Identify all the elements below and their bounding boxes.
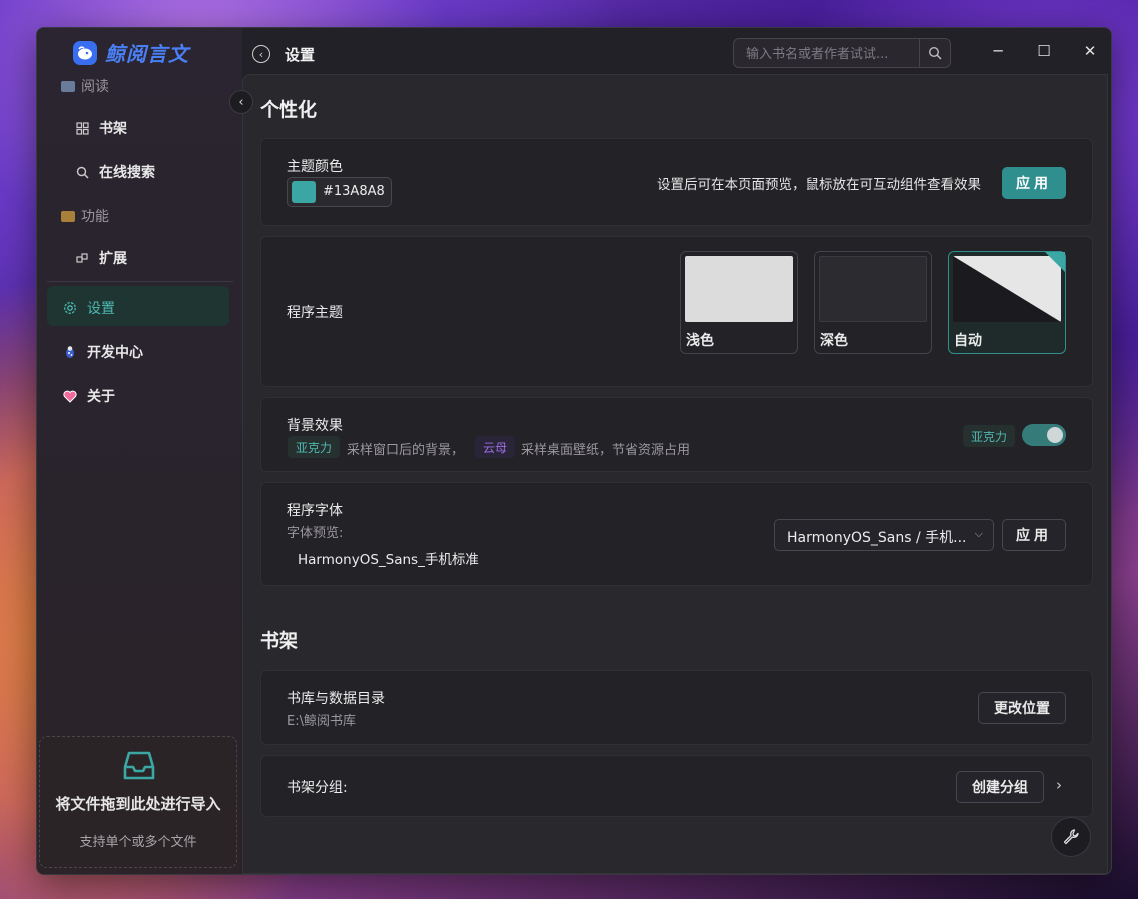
bookshelf-groups-card[interactable]: 书架分组: 创建分组 ›	[260, 755, 1093, 817]
apply-color-button[interactable]: 应用	[1002, 167, 1066, 199]
theme-option-auto[interactable]: 自动	[948, 251, 1066, 354]
search-box	[733, 38, 951, 68]
search-button[interactable]	[919, 39, 950, 67]
extension-icon	[75, 251, 89, 265]
bookshelf-groups-label: 书架分组:	[287, 780, 348, 796]
sidebar-item-extension[interactable]: 扩展	[75, 248, 127, 268]
selected-corner-icon	[1045, 252, 1065, 272]
toolbox-icon	[61, 210, 75, 222]
chevron-down-icon: ⌵	[974, 527, 983, 540]
settings-content: 个性化 主题颜色 #13A8A8 设置后可在本页面预览，鼠标放在可互动组件查看效…	[242, 74, 1108, 874]
theme-option-label: 自动	[954, 333, 982, 349]
mica-tag: 云母	[475, 436, 516, 458]
search-icon	[928, 46, 942, 60]
background-effect-card: 背景效果 亚克力 采样窗口后的背景， 云母 采样桌面壁纸，节省资源占用 亚克力	[260, 397, 1093, 472]
dark-theme-preview	[819, 256, 927, 322]
mica-description: 采样桌面壁纸，节省资源占用	[521, 443, 691, 458]
title-bar: ‹ 设置 ─ ☐ ✕	[242, 28, 1111, 74]
font-select[interactable]: HarmonyOS_Sans / 手机... ⌵	[774, 519, 994, 551]
theme-option-dark[interactable]: 深色	[814, 251, 932, 354]
drop-zone-title: 将文件拖到此处进行导入	[55, 795, 221, 813]
tools-button[interactable]	[1051, 817, 1091, 857]
app-window: 鲸阅言文 阅读 书架 在线搜索 功能 扩展 设置 开发中心 关于 将文件拖到此处…	[36, 27, 1112, 875]
color-swatch	[292, 181, 316, 203]
sidebar-item-bookshelf[interactable]: 书架	[75, 118, 127, 138]
theme-option-label: 深色	[820, 333, 848, 349]
sidebar-item-settings[interactable]: 设置	[63, 298, 115, 318]
library-path: E:\鲸阅书库	[287, 714, 356, 729]
library-directory-label: 书库与数据目录	[287, 691, 385, 707]
whale-logo-icon	[73, 40, 97, 65]
back-button[interactable]: ‹	[252, 45, 270, 63]
sidebar-item-dev-center[interactable]: 开发中心	[63, 342, 143, 362]
book-icon	[61, 80, 75, 92]
sidebar-item-label: 关于	[87, 389, 115, 405]
theme-color-hint: 设置后可在本页面预览，鼠标放在可互动组件查看效果	[657, 177, 981, 193]
program-theme-card: 程序主题 浅色 深色 自动	[260, 236, 1093, 387]
app-name: 鲸阅言文	[105, 42, 189, 66]
toggle-knob	[1047, 427, 1063, 443]
program-font-card: 程序字体 字体预览: HarmonyOS_Sans_手机标准 HarmonyOS…	[260, 482, 1093, 586]
background-effect-label: 背景效果	[287, 418, 343, 434]
wrench-icon	[1063, 829, 1079, 845]
group-label: 功能	[81, 209, 109, 225]
sidebar-item-label: 在线搜索	[99, 165, 155, 181]
maximize-button[interactable]: ☐	[1033, 40, 1055, 62]
group-label: 阅读	[81, 79, 109, 95]
section-heading-personalization: 个性化	[260, 99, 318, 121]
font-preview-text: HarmonyOS_Sans_手机标准	[298, 552, 479, 568]
program-theme-label: 程序主题	[287, 305, 343, 321]
bug-icon	[63, 345, 77, 359]
heart-icon	[63, 389, 77, 403]
program-font-label: 程序字体	[287, 503, 343, 519]
minimize-button[interactable]: ─	[987, 40, 1009, 62]
chevron-left-icon: ‹	[238, 94, 244, 110]
theme-color-label: 主题颜色	[287, 159, 343, 175]
close-button[interactable]: ✕	[1079, 40, 1101, 62]
sidebar-item-about[interactable]: 关于	[63, 386, 115, 406]
library-directory-card: 书库与数据目录 E:\鲸阅书库 更改位置	[260, 670, 1093, 745]
color-value: #13A8A8	[323, 184, 385, 199]
collapse-sidebar-button[interactable]: ‹	[229, 90, 253, 114]
file-drop-zone[interactable]: 将文件拖到此处进行导入 支持单个或多个文件	[39, 736, 237, 868]
light-theme-preview	[685, 256, 793, 322]
sidebar-group-features: 功能	[61, 206, 109, 226]
sidebar-divider	[47, 281, 233, 282]
search-input[interactable]	[744, 44, 918, 64]
app-logo: 鲸阅言文	[73, 38, 189, 67]
theme-option-label: 浅色	[686, 333, 714, 349]
background-effect-toggle[interactable]	[1022, 424, 1066, 446]
font-preview-label: 字体预览:	[287, 526, 344, 541]
bookshelf-icon	[75, 121, 89, 135]
theme-option-light[interactable]: 浅色	[680, 251, 798, 354]
chevron-right-icon[interactable]: ›	[1056, 776, 1062, 794]
drop-zone-hint: 支持单个或多个文件	[79, 835, 197, 850]
gear-icon	[63, 301, 77, 315]
current-effect-tag: 亚克力	[963, 425, 1016, 447]
acrylic-tag: 亚克力	[288, 436, 341, 458]
sidebar-item-label: 扩展	[99, 251, 127, 267]
change-location-button[interactable]: 更改位置	[978, 692, 1066, 724]
sidebar-item-label: 设置	[87, 301, 115, 317]
chevron-left-icon: ‹	[258, 47, 264, 61]
font-select-value: HarmonyOS_Sans / 手机...	[787, 530, 967, 546]
search-icon	[75, 165, 89, 179]
section-heading-bookshelf: 书架	[260, 630, 299, 652]
theme-color-card: 主题颜色 #13A8A8 设置后可在本页面预览，鼠标放在可互动组件查看效果 应用	[260, 138, 1093, 226]
sidebar-item-online-search[interactable]: 在线搜索	[75, 162, 155, 182]
page-title: 设置	[285, 46, 316, 64]
create-group-button[interactable]: 创建分组	[956, 771, 1044, 803]
sidebar: 鲸阅言文 阅读 书架 在线搜索 功能 扩展 设置 开发中心 关于 将文件拖到此处…	[37, 28, 242, 874]
sidebar-group-reading: 阅读	[61, 76, 109, 96]
apply-font-button[interactable]: 应用	[1002, 519, 1066, 551]
acrylic-description: 采样窗口后的背景，	[347, 443, 465, 458]
sidebar-item-label: 开发中心	[87, 345, 143, 361]
color-picker[interactable]: #13A8A8	[287, 177, 392, 207]
sidebar-item-label: 书架	[99, 121, 127, 137]
inbox-tray-icon	[123, 751, 155, 780]
